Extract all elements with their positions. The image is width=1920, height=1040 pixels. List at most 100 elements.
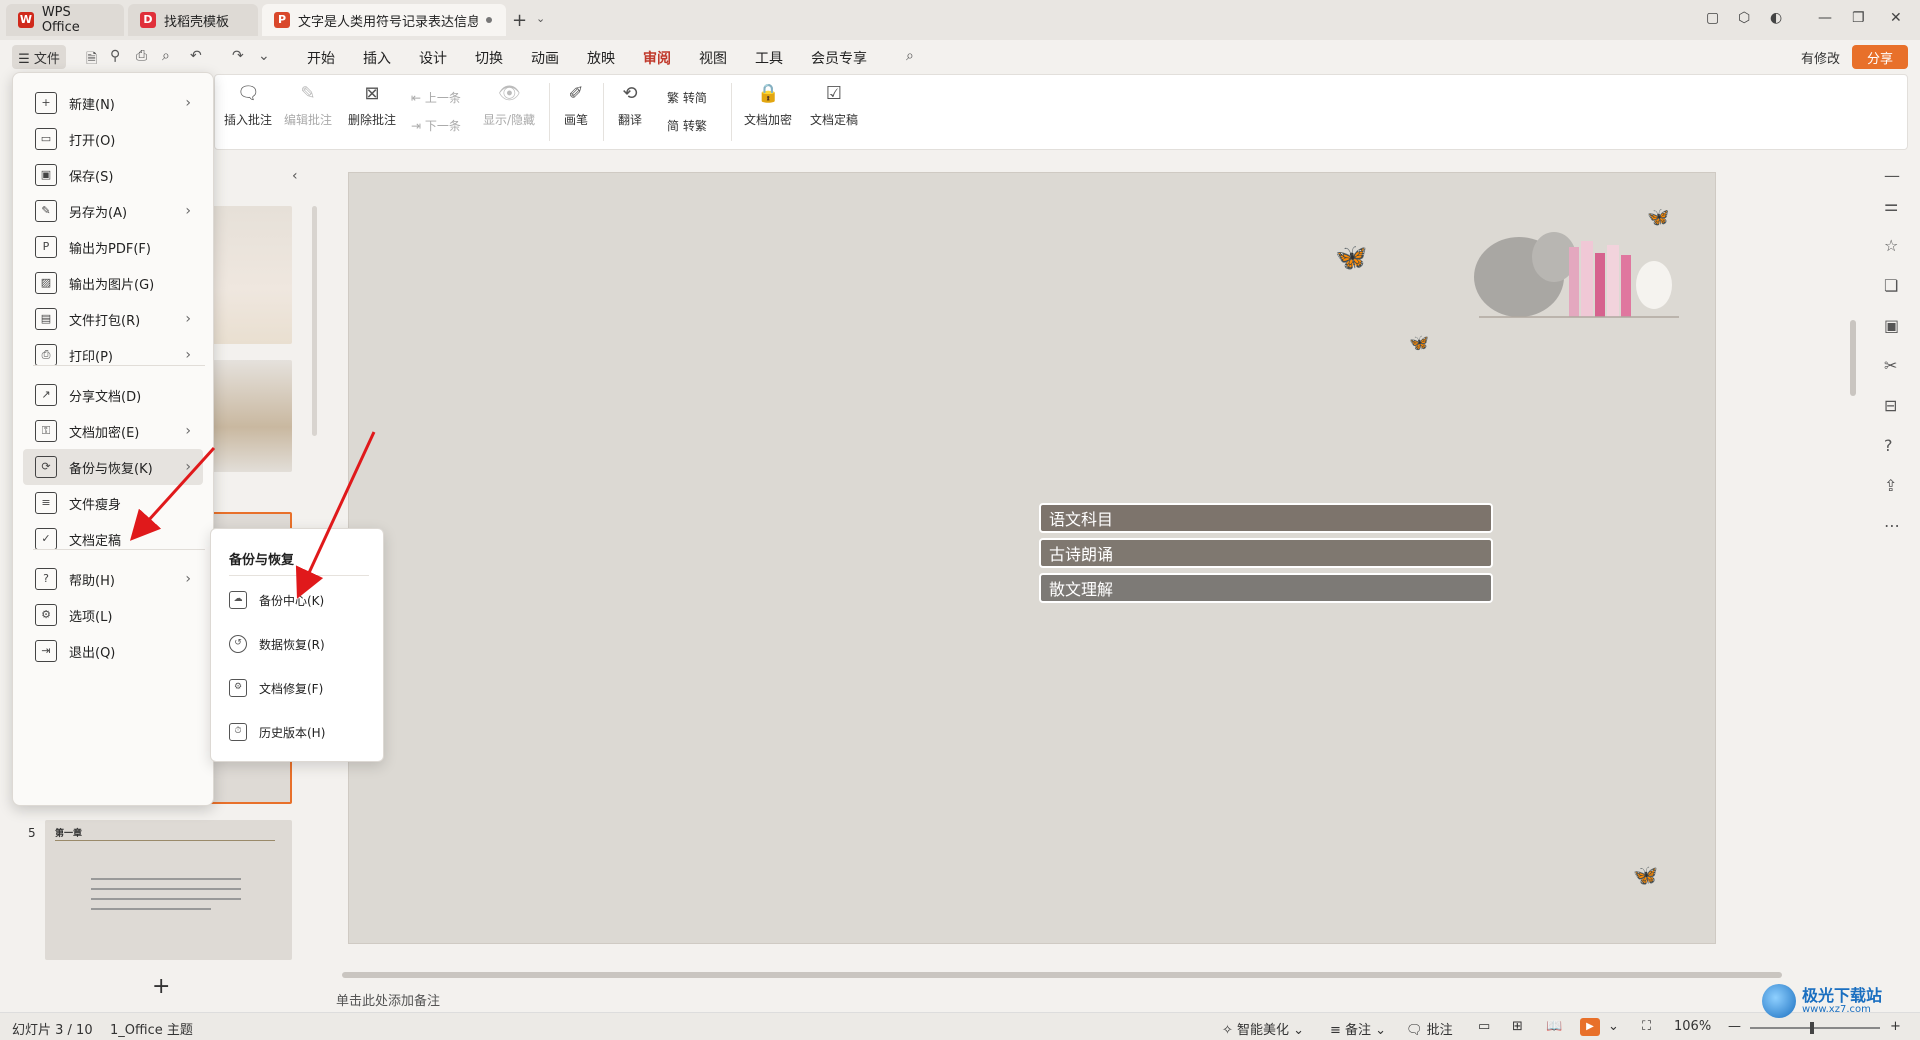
show-hide-button[interactable]: 👁 显示/隐藏	[479, 83, 539, 128]
to-traditional-button[interactable]: 简 转繁	[667, 117, 707, 134]
translate-button[interactable]: ⟲ 翻译	[613, 83, 647, 128]
pin-icon[interactable]: ⚲	[110, 48, 120, 64]
comments-button[interactable]: 🗨 批注	[1406, 1019, 1453, 1038]
horizontal-scrollbar[interactable]	[342, 972, 1782, 978]
prev-comment-button[interactable]: ⇤ 上一条	[411, 89, 461, 106]
file-menu-item[interactable]: ✎ 另存为(A) ›	[23, 193, 203, 229]
zoom-in-icon[interactable]: +	[1890, 1019, 1901, 1034]
slide-topic-bar[interactable]: 语文科目	[1039, 503, 1493, 533]
menu-transition[interactable]: 切换	[475, 48, 503, 68]
slide-canvas[interactable]: 🦋 🦋 🦋 🦋 语文科目 古诗朗诵 散文理解	[348, 172, 1716, 944]
image-edit-icon[interactable]: ▣	[1884, 316, 1899, 335]
cube-icon[interactable]: ⬡	[1738, 10, 1750, 26]
menu-animation[interactable]: 动画	[531, 48, 559, 68]
close-icon[interactable]: ✕	[1890, 10, 1902, 26]
restore-icon[interactable]: ❐	[1852, 10, 1865, 26]
zoom-slider-knob[interactable]	[1810, 1022, 1814, 1034]
play-icon[interactable]: ▶	[1580, 1018, 1600, 1036]
menu-review[interactable]: 审阅	[643, 48, 671, 76]
file-menu-item[interactable]: ≡ 文件瘦身	[23, 485, 203, 521]
history-version-item[interactable]: ⏱ 历史版本(H)	[229, 723, 325, 741]
more-icon[interactable]: ⋯	[1884, 516, 1900, 535]
sorter-view-icon[interactable]: ⊞	[1512, 1019, 1523, 1034]
help-icon[interactable]: ?	[1884, 436, 1893, 455]
reading-view-icon[interactable]: 📖	[1546, 1019, 1562, 1034]
file-menu-item[interactable]: ▭ 打开(O)	[23, 121, 203, 157]
edit-comment-button[interactable]: ✎ 编辑批注	[281, 83, 335, 128]
file-menu-item[interactable]: P 输出为PDF(F)	[23, 229, 203, 265]
window-layout-icon[interactable]: ▢	[1706, 10, 1719, 26]
save-quick-icon[interactable]: 🗎	[86, 48, 97, 72]
share-button[interactable]: 分享	[1852, 45, 1908, 69]
next-comment-button[interactable]: ⇥ 下一条	[411, 117, 461, 134]
pen-button[interactable]: ✐ 画笔	[559, 83, 593, 128]
file-menu-item[interactable]: ⟳ 备份与恢复(K) ›	[23, 449, 203, 485]
collapse-panel-icon[interactable]: ‹	[292, 168, 298, 184]
insert-comment-button[interactable]: 🗨 插入批注	[221, 83, 275, 128]
sliders-icon[interactable]: ⚌	[1884, 196, 1898, 215]
tab-docer[interactable]: D 找稻壳模板	[128, 4, 258, 36]
notes-button[interactable]: ≡ 备注 ⌄	[1330, 1019, 1386, 1038]
file-menu-item[interactable]: ▤ 文件打包(R) ›	[23, 301, 203, 337]
delete-comment-button[interactable]: ⊠ 删除批注	[341, 83, 403, 128]
menu-start[interactable]: 开始	[307, 48, 335, 68]
vertical-scrollbar[interactable]	[1850, 320, 1856, 396]
redo-icon[interactable]: ↷	[232, 48, 244, 64]
data-restore-item[interactable]: ↺ 数据恢复(R)	[229, 635, 325, 653]
to-simplified-button[interactable]: 繁 转简	[667, 89, 707, 106]
slide-topic-bar[interactable]: 散文理解	[1039, 573, 1493, 603]
layers-icon[interactable]: ❏	[1884, 276, 1898, 295]
backup-center-item[interactable]: ☁ 备份中心(K)	[229, 591, 324, 609]
zoom-out-icon[interactable]: —	[1728, 1019, 1741, 1034]
zoom-value[interactable]: 106%	[1674, 1019, 1711, 1034]
chevron-down-icon[interactable]: ⌄	[258, 48, 270, 64]
menu-view[interactable]: 视图	[699, 48, 727, 68]
tab-document[interactable]: P 文字是人类用符号记录表达信息以	[262, 4, 506, 36]
menu-design[interactable]: 设计	[419, 48, 447, 68]
search-icon[interactable]: ⌕	[906, 48, 914, 64]
slide-topic-bar[interactable]: 古诗朗诵	[1039, 538, 1493, 568]
finalize-button[interactable]: ☑ 文档定稿	[803, 83, 865, 128]
add-slide-button[interactable]: +	[152, 974, 170, 999]
file-menu-item[interactable]: + 新建(N) ›	[23, 85, 203, 121]
menu-vip[interactable]: 会员专享	[811, 48, 867, 68]
share-side-icon[interactable]: ⇪	[1884, 476, 1897, 495]
print-quick-icon[interactable]: ⎙	[136, 48, 147, 64]
smart-beautify-button[interactable]: ✧ 智能美化 ⌄	[1222, 1019, 1304, 1038]
menu-slideshow[interactable]: 放映	[587, 48, 615, 68]
collapse-icon[interactable]: —	[1884, 166, 1900, 185]
preview-icon[interactable]: ⌕	[162, 48, 170, 64]
minimize-icon[interactable]: —	[1818, 10, 1832, 26]
book-icon[interactable]: ⊟	[1884, 396, 1897, 415]
chevron-down-icon[interactable]: ⌄	[536, 12, 545, 25]
theme-name[interactable]: 1_Office 主题	[110, 1019, 193, 1038]
slide-panel-scrollbar[interactable]	[312, 206, 317, 436]
star-icon[interactable]: ☆	[1884, 236, 1898, 255]
file-menu-item[interactable]: ⇥ 退出(Q)	[23, 633, 203, 669]
file-menu-item[interactable]: ✓ 文档定稿	[23, 521, 203, 557]
undo-icon[interactable]: ↶	[190, 48, 202, 64]
has-changes-indicator[interactable]: 有修改	[1801, 48, 1840, 67]
chevron-down-icon[interactable]: ⌄	[1608, 1019, 1619, 1034]
file-menu-item[interactable]: ▨ 输出为图片(G)	[23, 265, 203, 301]
tab-wps-office[interactable]: W WPS Office	[6, 4, 124, 36]
menu-insert[interactable]: 插入	[363, 48, 391, 68]
file-menu-item[interactable]: ? 帮助(H) ›	[23, 561, 203, 597]
normal-view-icon[interactable]: ▭	[1478, 1019, 1490, 1034]
fit-icon[interactable]: ⛶	[1642, 1019, 1651, 1034]
zoom-slider[interactable]	[1750, 1027, 1880, 1029]
notes-placeholder[interactable]: 单击此处添加备注	[336, 990, 440, 1009]
tools-icon[interactable]: ✂	[1884, 356, 1897, 375]
file-menu-item[interactable]: ↗ 分享文档(D)	[23, 377, 203, 413]
file-menu-button[interactable]: ☰ 文件	[12, 45, 66, 69]
menu-tools[interactable]: 工具	[755, 48, 783, 68]
file-menu-item[interactable]: ⚿ 文档加密(E) ›	[23, 413, 203, 449]
new-tab-button[interactable]: +	[512, 10, 527, 31]
slide-thumbnail[interactable]: 第一章	[45, 820, 292, 960]
file-menu-item[interactable]: ▣ 保存(S)	[23, 157, 203, 193]
avatar[interactable]: ◐	[1770, 10, 1782, 26]
doc-repair-item[interactable]: ⚙ 文档修复(F)	[229, 679, 323, 697]
file-menu-item[interactable]: ⚙ 选项(L)	[23, 597, 203, 633]
file-menu-item[interactable]: ⎙ 打印(P) ›	[23, 337, 203, 373]
encrypt-button[interactable]: 🔒 文档加密	[741, 83, 795, 128]
